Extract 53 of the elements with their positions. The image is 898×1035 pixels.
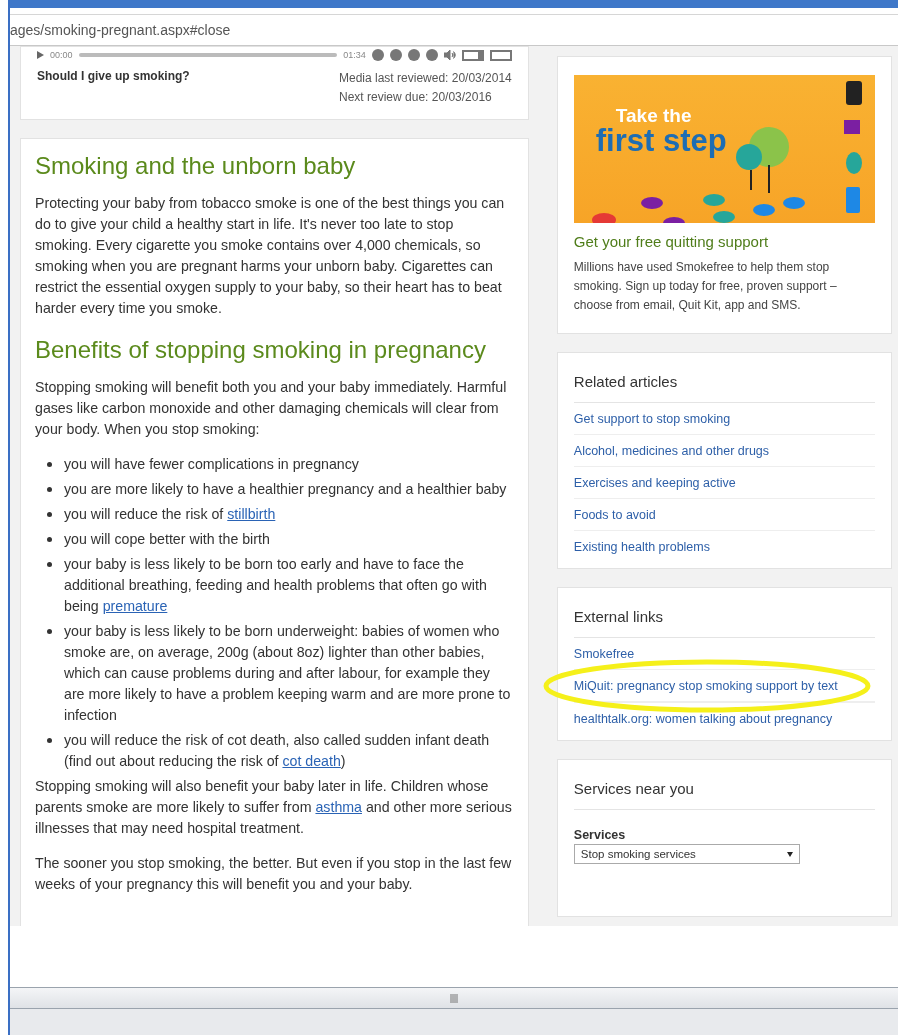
bullet-text: you will have fewer complications in pregnancy xyxy=(64,455,359,474)
bullet-icon xyxy=(47,738,52,743)
grip-icon xyxy=(450,993,458,1003)
related-link[interactable]: Alcohol, medicines and other drugs xyxy=(573,435,875,467)
bullet-icon xyxy=(47,629,52,634)
bullet-text: you will reduce the risk of cot death, also called sudden infant death (find out about reducing the risk of cot death) xyxy=(64,731,491,771)
bullet-icon xyxy=(47,462,52,467)
promo-title[interactable]: Get your free quitting support xyxy=(573,233,875,250)
paragraph: Protecting your baby from tobacco smoke is one of the best things you can do to give your child a healthy start in life. It's never too late to stop smoking. Every cigarette you smoke contains over 4,000 chemicals, so smoking when you are pregnant harms your unborn baby. Cigarettes can restrict the essential oxygen supply to your baby, so their heart has to beat harder every time you smoke. xyxy=(35,194,506,318)
article-link[interactable]: cot death xyxy=(282,753,341,769)
services-select[interactable]: Stop smoking services xyxy=(573,844,800,864)
bullet-text: you are more likely to have a healthier pregnancy and a healthier baby xyxy=(64,480,507,499)
field-label: Services xyxy=(573,828,627,842)
section-heading: Smoking and the unborn baby xyxy=(35,151,357,181)
caret-icon xyxy=(786,851,793,857)
volume-icon[interactable] xyxy=(443,50,456,60)
play-icon[interactable] xyxy=(37,51,44,59)
bullet-text: you will reduce the risk of stillbirth xyxy=(64,505,276,524)
card-heading: External links xyxy=(573,588,875,638)
card-heading: Related articles xyxy=(573,353,875,403)
paragraph: Stopping smoking will benefit both you and your baby immediately. Harmful gases like carbon monoxide and other damaging chemicals will clear from your body. When you stop smoking: xyxy=(35,378,508,439)
address-bar[interactable]: ages/smoking-pregnant.aspx#close xyxy=(10,14,898,46)
duration-time: 01:34 xyxy=(343,50,366,60)
bullet-icon xyxy=(47,537,52,542)
bullet-text: you will cope better with the birth xyxy=(64,530,270,549)
external-link[interactable]: healthtalk.org: women talking about pregnancy xyxy=(573,703,875,734)
related-link[interactable]: Foods to avoid xyxy=(573,499,875,531)
bullet-icon xyxy=(47,487,52,492)
promo-text: Millions have used Smokefree to help them stop smoking. Sign up today for free, proven support – choose from email, Quit Kit, app and SMS. xyxy=(573,259,838,314)
url-text: ages/smoking-pregnant.aspx#close xyxy=(10,22,231,38)
external-link[interactable]: MiQuit: pregnancy stop smoking support by text xyxy=(573,670,875,702)
elapsed-time: 00:00 xyxy=(50,50,73,60)
card-heading: Services near you xyxy=(573,760,875,810)
bullet-text: your baby is less likely to be born too early and have to face the additional breathing, feeding and health problems that often go with being premature xyxy=(64,555,488,616)
related-link[interactable]: Existing health problems xyxy=(573,531,875,562)
window-icon[interactable] xyxy=(461,49,484,61)
progress-track[interactable] xyxy=(78,53,338,57)
article-link[interactable]: stillbirth xyxy=(227,506,276,522)
bullet-icon xyxy=(47,562,52,567)
paragraph: Stopping smoking will also benefit your baby later in life. Children whose parents smoke are more likely to suffer from asthma and other more serious illnesses that may need hospital treatment. xyxy=(35,777,513,838)
horizontal-scrollbar[interactable] xyxy=(10,987,898,1008)
related-link[interactable]: Exercises and keeping active xyxy=(573,467,875,499)
article-link[interactable]: asthma xyxy=(315,799,362,815)
article-link[interactable]: premature xyxy=(102,598,168,614)
external-link[interactable]: Smokefree xyxy=(573,638,875,669)
media-title: Should I give up smoking? xyxy=(37,69,190,85)
related-link[interactable]: Get support to stop smoking xyxy=(573,403,875,435)
media-reviewed: Media last reviewed: 20/03/2014 xyxy=(339,70,512,87)
fullscreen-icon[interactable] xyxy=(489,49,512,61)
next-review: Next review due: 20/03/2016 xyxy=(339,89,493,106)
bullet-icon xyxy=(47,512,52,517)
section-heading: Benefits of stopping smoking in pregnancy xyxy=(35,335,487,365)
paragraph: The sooner you stop smoking, the better. But even if you stop in the last few weeks of your pregnancy this will benefit you and your baby. xyxy=(35,854,513,894)
